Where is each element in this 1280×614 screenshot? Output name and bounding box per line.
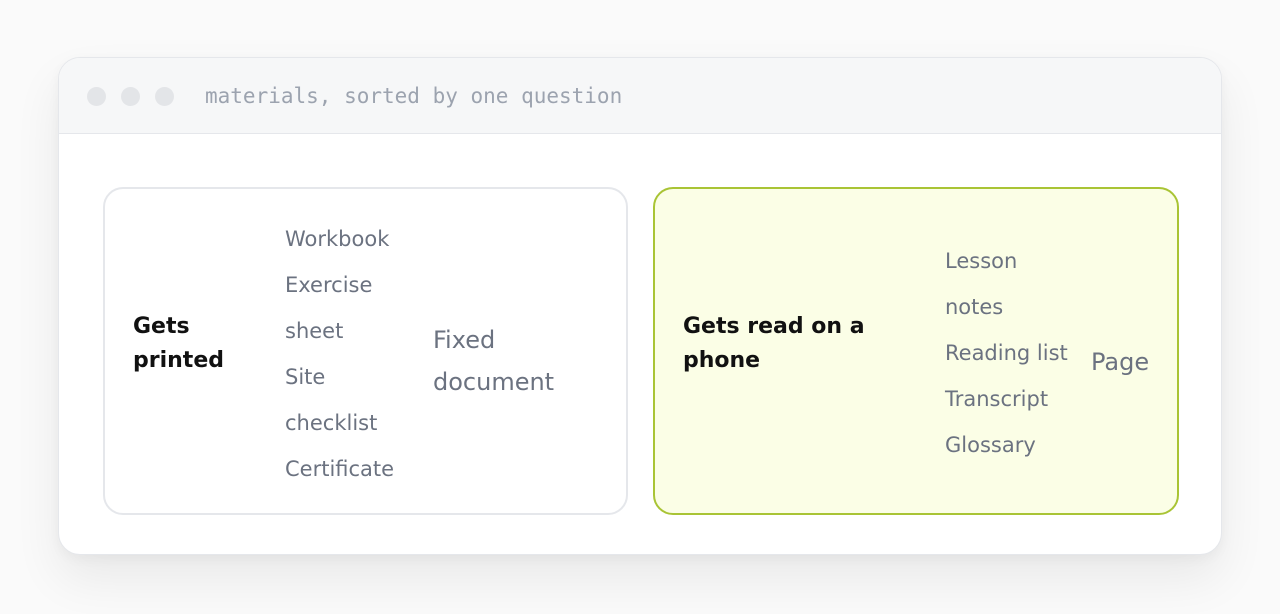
group-panel-printed: Gets printed Workbook Exercise sheet Sit… xyxy=(103,187,628,515)
material-list: Lesson notes Reading list Transcript Glo… xyxy=(945,238,1068,468)
result-line: document xyxy=(433,368,555,396)
condition-line: Gets xyxy=(133,314,190,339)
list-item: Lesson xyxy=(945,249,1018,273)
window-maximize-dot-icon[interactable] xyxy=(155,87,174,106)
list-item: Certificate xyxy=(285,457,395,481)
list-item: Workbook xyxy=(285,227,390,251)
window-minimize-dot-icon[interactable] xyxy=(121,87,140,106)
list-item: Site xyxy=(285,365,326,389)
group-condition: Gets printed xyxy=(133,310,273,378)
list-item: checklist xyxy=(285,411,378,435)
list-item: Reading list xyxy=(945,341,1068,365)
list-item: Transcript xyxy=(945,387,1049,411)
window-titlebar: materials, sorted by one question xyxy=(59,58,1221,134)
list-item: Exercise xyxy=(285,273,373,297)
window-title: materials, sorted by one question xyxy=(205,84,623,108)
condition-line: phone xyxy=(683,348,761,373)
group-condition: Gets read on a phone xyxy=(683,310,913,378)
list-item: Glossary xyxy=(945,433,1036,457)
material-list: Workbook Exercise sheet Site checklist C… xyxy=(285,216,394,492)
condition-line: Gets read on a xyxy=(683,314,865,339)
result-line: Page xyxy=(1091,348,1150,376)
result-line: Fixed xyxy=(433,326,496,354)
list-item: notes xyxy=(945,295,1004,319)
list-item: sheet xyxy=(285,319,344,343)
condition-line: printed xyxy=(133,348,224,373)
group-panel-phone: Gets read on a phone Lesson notes Readin… xyxy=(653,187,1179,515)
group-result: Fixed document xyxy=(433,319,613,403)
app-window: materials, sorted by one question Gets p… xyxy=(58,57,1222,555)
window-close-dot-icon[interactable] xyxy=(87,87,106,106)
group-result: Page xyxy=(1091,341,1171,383)
